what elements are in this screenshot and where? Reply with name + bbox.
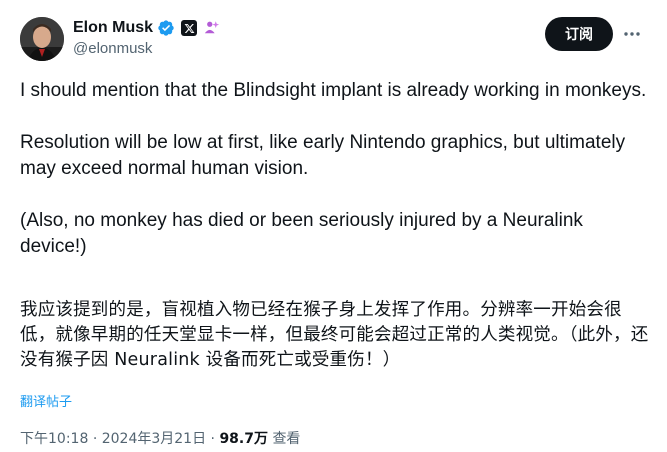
more-dots-glyph	[624, 32, 640, 36]
tweet-paragraph-1: I should mention that the Blindsight imp…	[20, 80, 647, 101]
tweet-paragraph-2: Resolution will be low at first, like ea…	[20, 132, 626, 179]
meta-separator: ·	[210, 431, 215, 447]
author-row: Elon Musk	[73, 19, 221, 37]
x-logo-icon[interactable]	[181, 20, 198, 36]
tweet-meta: 下午10:18 · 2024年3月21日 · 98.7万 查看	[20, 428, 300, 448]
tweet-text: I should mention that the Blindsight imp…	[20, 78, 650, 260]
author-name[interactable]: Elon Musk	[73, 19, 153, 37]
subscribe-button[interactable]: 订阅	[545, 17, 613, 51]
view-count: 98.7万	[219, 431, 268, 447]
meta-separator: ·	[92, 431, 98, 447]
tweet-date[interactable]: 2024年3月21日	[102, 431, 206, 447]
author-handle[interactable]: @elonmusk	[73, 40, 152, 57]
avatar[interactable]	[20, 17, 64, 61]
views-label: 查看	[272, 431, 301, 447]
tweet-paragraph-3: (Also, no monkey has died or been seriou…	[20, 210, 583, 257]
tweet-translation: 我应该提到的是，盲视植入物已经在猴子身上发挥了作用。分辨率一开始会很低，就像早期…	[20, 300, 649, 370]
affiliation-icon[interactable]	[203, 19, 221, 37]
x-logo-glyph	[184, 23, 194, 33]
verified-badge-icon[interactable]	[157, 19, 175, 37]
avatar-image	[20, 17, 64, 61]
tweet-time[interactable]: 下午10:18	[20, 431, 88, 447]
more-icon[interactable]	[621, 22, 643, 46]
translate-post-link[interactable]: 翻译帖子	[20, 391, 72, 410]
